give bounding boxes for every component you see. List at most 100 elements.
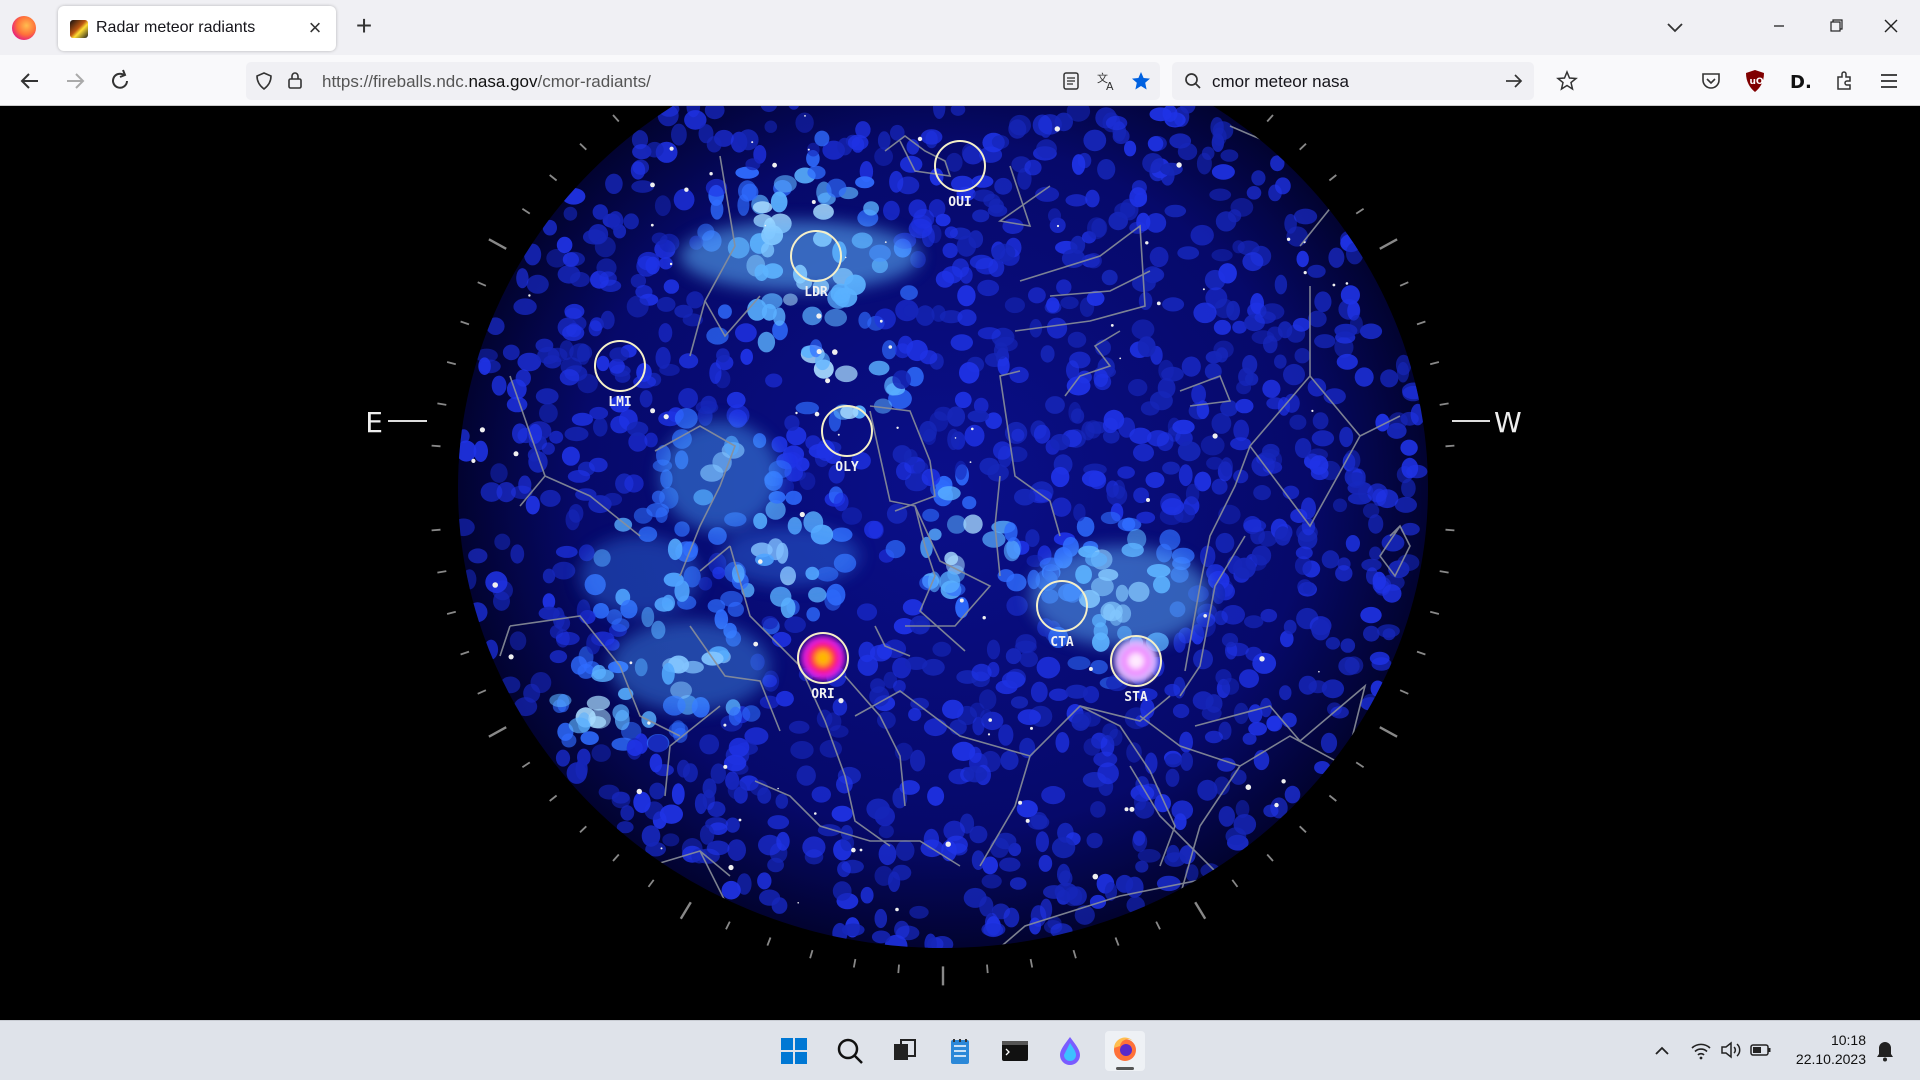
notifications-bell-icon[interactable] <box>1874 1039 1896 1063</box>
wifi-icon[interactable] <box>1689 1039 1713 1061</box>
search-input[interactable]: cmor meteor nasa <box>1212 72 1349 92</box>
radiant-density-blob <box>1225 827 1247 845</box>
radiant-density-blob <box>773 175 797 193</box>
radiant-density-blob <box>1009 877 1027 890</box>
radiant-density-blob <box>1009 114 1031 136</box>
radiant-density-blob <box>1274 354 1287 369</box>
restore-icon[interactable] <box>1812 12 1858 42</box>
radiant-density-blob <box>607 211 624 231</box>
radiant-density-blob <box>770 191 788 213</box>
show-hidden-icons-chevron-icon[interactable] <box>1651 1041 1673 1061</box>
radiant-density-blob <box>674 304 693 318</box>
edge-dev-icon[interactable] <box>1050 1031 1090 1071</box>
star <box>795 411 798 415</box>
close-window-icon[interactable] <box>1868 12 1914 42</box>
lock-icon[interactable] <box>286 70 304 90</box>
radiant-density-blob <box>677 759 690 778</box>
clock[interactable]: 10:18 22.10.2023 <box>1796 1031 1866 1069</box>
radiant-density-blob <box>819 739 842 758</box>
search-go-arrow-icon[interactable] <box>1504 72 1524 90</box>
radiant-density-blob <box>1243 519 1267 533</box>
radiant-density-blob <box>717 304 732 319</box>
radiant-density-blob <box>1106 485 1128 506</box>
list-all-tabs-icon[interactable] <box>1660 14 1690 42</box>
new-tab-icon[interactable]: + <box>349 12 379 42</box>
radiant-density-blob <box>678 388 698 409</box>
radiant-density-blob <box>586 632 601 655</box>
radiant-density-blob <box>1101 269 1118 286</box>
translate-icon[interactable]: 文A <box>1096 70 1118 92</box>
start-icon[interactable] <box>774 1031 814 1071</box>
ublock-origin-icon[interactable]: uO <box>1743 68 1767 94</box>
radiant-density-blob <box>1172 703 1190 719</box>
radiant-density-blob <box>1279 685 1292 701</box>
firefox-icon[interactable] <box>1105 1031 1145 1071</box>
reload-icon[interactable] <box>104 65 136 97</box>
extensions-icon[interactable] <box>1832 69 1856 93</box>
radiant-density-blob <box>1117 466 1135 479</box>
radiant-density-blob <box>874 308 896 330</box>
tracking-protection-shield-icon[interactable] <box>254 71 274 91</box>
radiant-density-blob <box>864 520 883 539</box>
tab-radar-meteor-radiants[interactable]: Radar meteor radiants × <box>58 6 336 51</box>
radiant-density-blob <box>555 749 571 767</box>
radiant-sky-map[interactable]: E W OUI LDR LMI OLY CTA ORI STA <box>0 106 1920 1020</box>
radiant-density-blob <box>977 279 1000 297</box>
volume-icon[interactable] <box>1719 1039 1743 1061</box>
star <box>954 437 957 439</box>
back-icon[interactable] <box>14 65 46 97</box>
radiant-density-blob <box>552 561 576 580</box>
radiant-density-blob <box>956 235 977 257</box>
minimize-icon[interactable] <box>1756 12 1802 42</box>
close-tab-icon[interactable]: × <box>302 15 328 41</box>
radiant-density-blob <box>1147 268 1165 282</box>
radiant-density-blob <box>1336 353 1358 370</box>
radiant-density-blob <box>1149 107 1172 122</box>
address-bar[interactable]: https://fireballs.ndc.nasa.gov/cmor-radi… <box>246 62 1160 100</box>
radiant-density-blob <box>833 287 858 308</box>
firefox-menu-icon[interactable] <box>12 16 36 40</box>
notepad-icon[interactable] <box>940 1031 980 1071</box>
search-bar[interactable]: cmor meteor nasa <box>1172 62 1534 100</box>
radiant-density-blob <box>1232 240 1245 254</box>
search-icon <box>1185 73 1201 89</box>
radiant-density-blob <box>1204 730 1223 744</box>
radiant-density-blob <box>632 159 650 175</box>
radiant-density-blob <box>1133 443 1154 462</box>
radiant-density-blob <box>1307 378 1327 397</box>
hamburger-menu-icon[interactable] <box>1877 69 1901 93</box>
radiant-density-blob <box>1085 253 1102 269</box>
star <box>832 349 838 355</box>
star <box>513 451 519 457</box>
pocket-icon[interactable] <box>1699 69 1723 93</box>
radiant-density-blob <box>1242 732 1257 745</box>
extension-puzzle-star-icon[interactable] <box>1555 69 1579 93</box>
radiant-density-blob <box>1006 573 1027 592</box>
star <box>528 294 531 297</box>
radiant-density-blob <box>1221 678 1240 695</box>
url-text[interactable]: https://fireballs.ndc.nasa.gov/cmor-radi… <box>322 72 651 92</box>
shower-label: OUI <box>948 195 971 210</box>
star <box>799 511 805 518</box>
radiant-density-blob <box>913 208 935 229</box>
terminal-icon[interactable] <box>995 1031 1035 1071</box>
reader-view-icon[interactable] <box>1062 71 1080 91</box>
dashlane-icon[interactable]: D. <box>1787 69 1811 93</box>
radiant-density-blob <box>1051 466 1070 488</box>
radiant-density-blob <box>1380 369 1399 388</box>
radiant-density-blob <box>826 178 847 198</box>
task-view-icon[interactable] <box>884 1031 924 1071</box>
search-icon[interactable] <box>830 1031 870 1071</box>
radiant-density-blob <box>1233 419 1250 442</box>
bookmark-star-icon[interactable] <box>1130 70 1152 92</box>
forward-icon[interactable] <box>59 65 91 97</box>
star <box>663 414 669 420</box>
radiant-density-blob <box>1181 356 1201 377</box>
radiant-density-blob <box>1281 712 1297 728</box>
radiant-density-blob <box>826 583 846 606</box>
battery-icon[interactable] <box>1749 1039 1773 1061</box>
star <box>1176 162 1182 168</box>
radiant-density-blob <box>673 188 695 211</box>
radiant-density-blob <box>897 176 920 195</box>
radiant-density-blob <box>1102 723 1118 740</box>
